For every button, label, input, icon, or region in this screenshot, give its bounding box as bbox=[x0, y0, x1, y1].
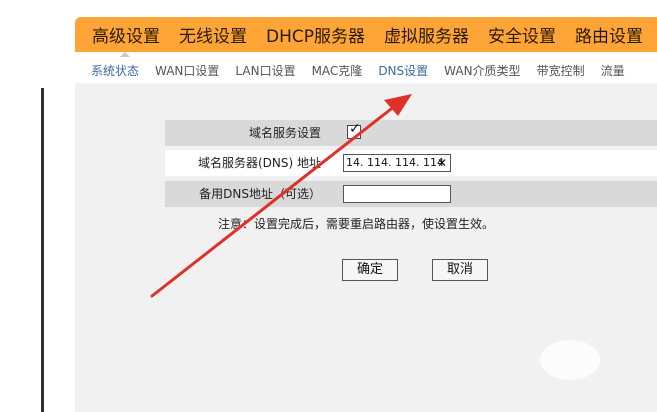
subtab-mac-clone[interactable]: MAC克隆 bbox=[312, 62, 363, 79]
subtab-traffic[interactable]: 流量 bbox=[601, 62, 625, 79]
dns-address-label: 域名服务器(DNS) 地址 bbox=[197, 156, 321, 170]
tab-wireless-settings[interactable]: 无线设置 bbox=[179, 22, 247, 47]
dns-service-label: 域名服务设置 bbox=[248, 126, 321, 140]
clear-icon[interactable]: ✕ bbox=[437, 155, 447, 171]
dns-address-input[interactable]: 14. 114. 114. 114 ✕ bbox=[343, 154, 451, 172]
top-nav-bar: 高级设置 无线设置 DHCP服务器 虚拟服务器 安全设置 路由设置 bbox=[75, 17, 657, 52]
tab-routing-settings[interactable]: 路由设置 bbox=[575, 22, 643, 47]
check-icon: ✓ bbox=[349, 121, 361, 137]
dns-address-value: 14. 114. 114. 114 bbox=[346, 156, 444, 169]
tab-virtual-server[interactable]: 虚拟服务器 bbox=[384, 22, 469, 47]
left-divider bbox=[41, 88, 44, 412]
decorative-blob bbox=[540, 340, 600, 380]
tab-security-settings[interactable]: 安全设置 bbox=[488, 22, 556, 47]
dns-service-row: 域名服务设置 ✓ bbox=[165, 120, 657, 146]
subtab-wan-settings[interactable]: WAN口设置 bbox=[155, 62, 219, 79]
sub-nav-bar: 系统状态 WAN口设置 LAN口设置 MAC克隆 DNS设置 WAN介质类型 带… bbox=[75, 57, 657, 84]
dns-backup-row: 备用DNS地址（可选） bbox=[165, 181, 657, 207]
subtab-wan-media-type[interactable]: WAN介质类型 bbox=[444, 62, 520, 79]
dns-backup-label: 备用DNS地址（可选） bbox=[199, 187, 321, 201]
subtab-lan-settings[interactable]: LAN口设置 bbox=[235, 62, 295, 79]
tab-advanced-settings[interactable]: 高级设置 bbox=[92, 22, 160, 47]
subtab-system-status[interactable]: 系统状态 bbox=[91, 62, 139, 79]
subtab-bandwidth-control[interactable]: 带宽控制 bbox=[537, 62, 585, 79]
dns-backup-input[interactable] bbox=[343, 185, 451, 203]
dns-address-row: 域名服务器(DNS) 地址 14. 114. 114. 114 ✕ bbox=[165, 150, 657, 176]
dns-service-checkbox[interactable]: ✓ bbox=[347, 121, 361, 139]
tab-dhcp-server[interactable]: DHCP服务器 bbox=[266, 22, 365, 47]
left-margin bbox=[0, 0, 41, 412]
subtab-dns-settings[interactable]: DNS设置 bbox=[378, 62, 428, 79]
cancel-button[interactable]: 取消 bbox=[432, 259, 488, 281]
settings-note: 注意：设置完成后，需要重启路由器，使设置生效。 bbox=[218, 217, 495, 231]
ok-button[interactable]: 确定 bbox=[342, 259, 398, 281]
